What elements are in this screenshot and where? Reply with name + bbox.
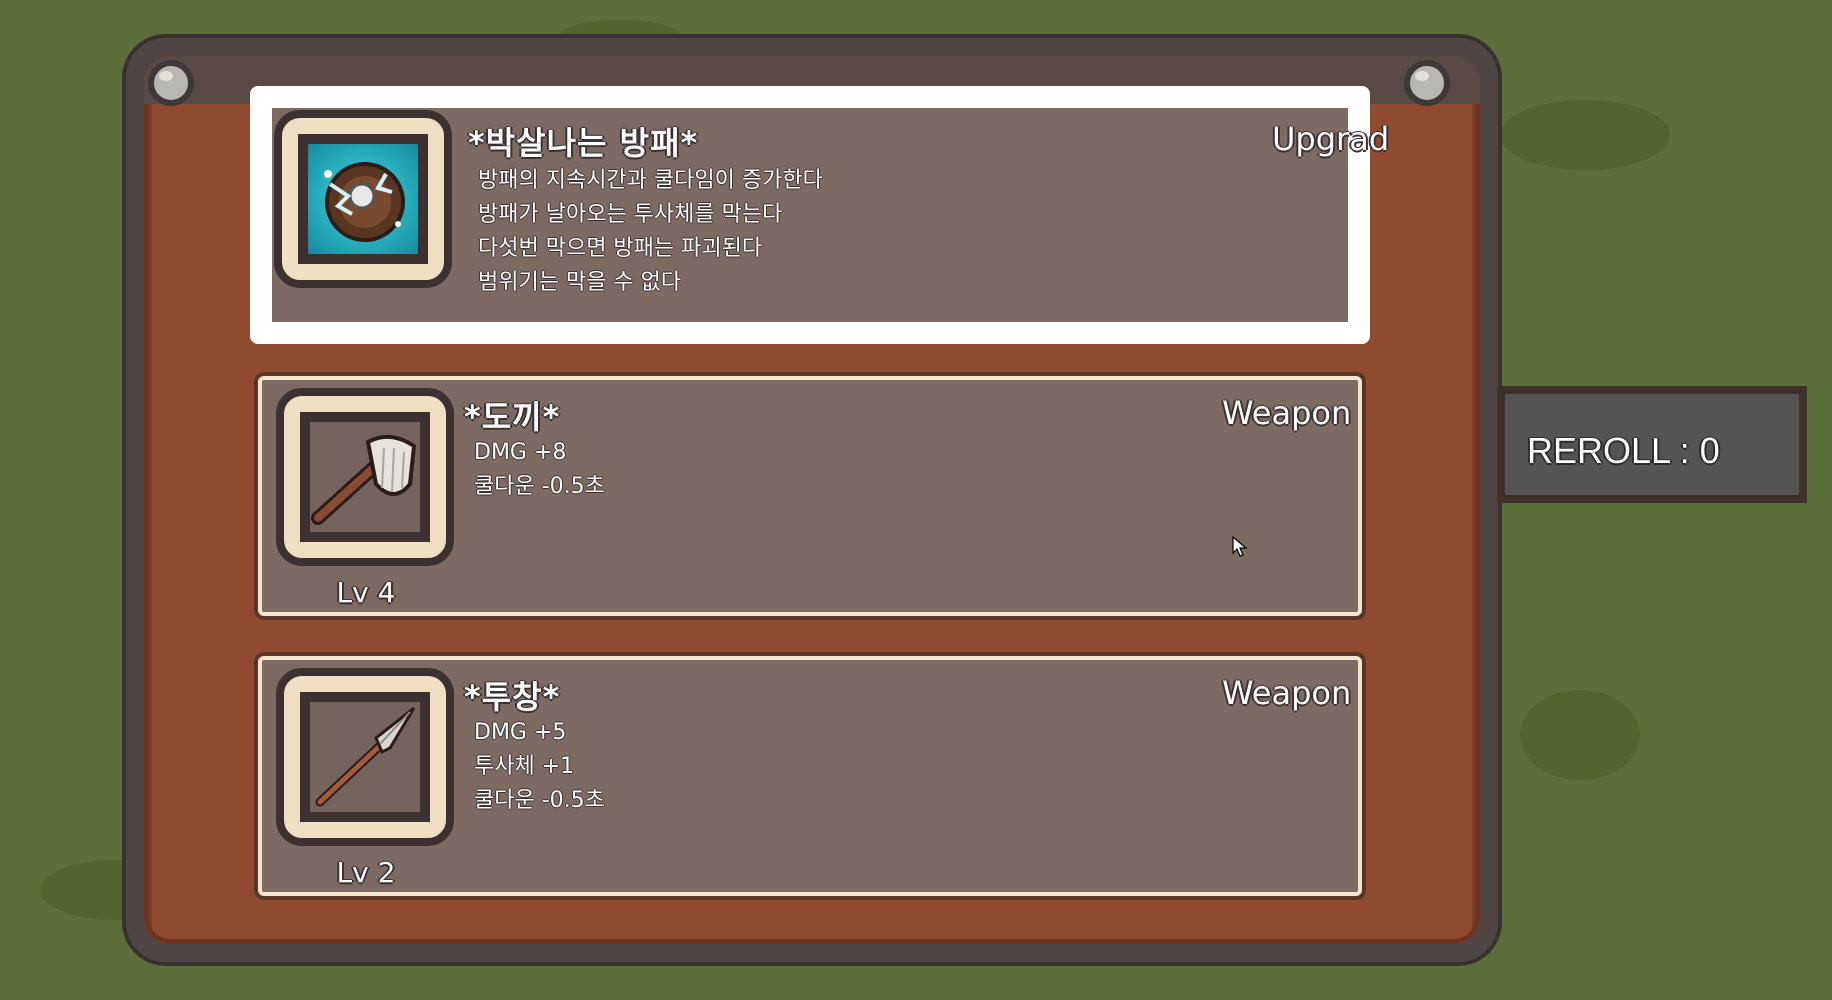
card-title: *투창* xyxy=(464,678,561,716)
description-line: 다섯번 막으면 방패는 파괴된다 xyxy=(478,236,763,261)
card-description: DMG +5 투사체 +1 쿨다운 -0.5초 xyxy=(474,716,605,818)
description-line: 방패의 지속시간과 쿨다임이 증가한다 xyxy=(478,168,823,193)
description-line: 범위기는 막을 수 없다 xyxy=(478,270,682,295)
description-line: 쿨다운 -0.5초 xyxy=(474,474,605,499)
grass-patch xyxy=(1520,690,1640,780)
reroll-label: REROLL : 0 xyxy=(1527,430,1720,471)
description-line: 방패가 날아오는 투사체를 막는다 xyxy=(478,202,783,227)
card-type: Weapon xyxy=(1222,674,1352,712)
bolt-icon xyxy=(1404,60,1450,106)
card-icon-frame xyxy=(276,668,454,846)
grass-patch xyxy=(1500,100,1670,170)
card-description: DMG +8 쿨다운 -0.5초 xyxy=(474,436,605,504)
card-icon-frame xyxy=(274,110,452,288)
weapon-level: Lv 2 xyxy=(336,856,396,889)
spear-icon xyxy=(300,692,430,822)
description-line: DMG +8 xyxy=(474,440,567,465)
cracked-shield-icon xyxy=(298,134,428,264)
reroll-button[interactable]: REROLL : 0 xyxy=(1497,386,1807,503)
card-type: Upgrad xyxy=(1272,120,1390,158)
mouse-cursor-icon xyxy=(1232,536,1248,557)
upgrade-card-shield[interactable]: *박살나는 방패* Upgrad 방패의 지속시간과 쿨다임이 증가한다 방패가… xyxy=(250,86,1389,344)
description-line: 투사체 +1 xyxy=(474,754,575,779)
card-description: 방패의 지속시간과 쿨다임이 증가한다 방패가 날아오는 투사체를 막는다 다섯… xyxy=(478,164,823,300)
weapon-level: Lv 4 xyxy=(336,576,396,609)
card-title: *박살나는 방패* xyxy=(468,124,699,162)
card-type: Weapon xyxy=(1222,394,1352,432)
card-icon-frame xyxy=(276,388,454,566)
upgrade-card-axe[interactable]: *도끼* Weapon DMG +8 쿨다운 -0.5초 Lv 4 xyxy=(258,376,1362,616)
bolt-icon xyxy=(148,60,194,106)
description-line: DMG +5 xyxy=(474,720,567,745)
axe-icon xyxy=(300,412,430,542)
description-line: 쿨다운 -0.5초 xyxy=(474,788,605,813)
upgrade-card-spear[interactable]: *투창* Weapon DMG +5 투사체 +1 쿨다운 -0.5초 Lv 2 xyxy=(258,656,1362,896)
card-title: *도끼* xyxy=(464,398,561,436)
